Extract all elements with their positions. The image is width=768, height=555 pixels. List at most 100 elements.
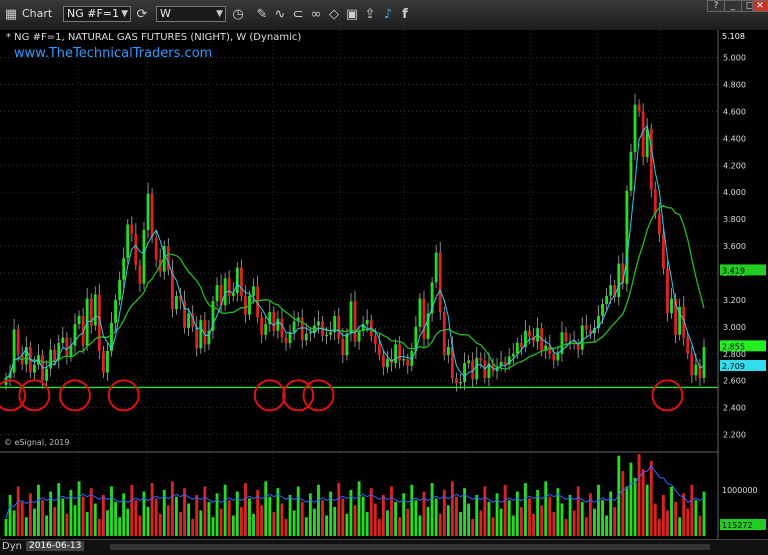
candle: [126, 219, 130, 264]
price-chart[interactable]: 5.000 4.800 4.600 4.400 4.200 4.000 3.800 3.600…: [0, 30, 768, 539]
volume-bar: [544, 481, 548, 536]
volume-bar: [597, 484, 600, 536]
volume-bar: [219, 508, 223, 536]
volume-bar: [548, 496, 552, 536]
volume-bar: [114, 501, 117, 536]
volume-bar: [629, 462, 633, 536]
volume-bar: [471, 518, 475, 536]
volume-bar: [101, 495, 105, 536]
lock-icon[interactable]: ▣: [344, 5, 360, 23]
volume-bar: [304, 517, 308, 536]
volume-bar: [357, 481, 361, 536]
facebook-icon[interactable]: f: [398, 5, 412, 23]
volume-bar: [593, 508, 596, 536]
volume-bar: [560, 503, 564, 536]
minimize-button[interactable]: _: [724, 0, 742, 12]
volume-bar: [134, 500, 138, 536]
chevron-down-icon[interactable]: ▼: [121, 7, 128, 21]
candle-body: [317, 321, 320, 326]
top-price-label: 5.108: [722, 32, 745, 41]
volume-bar: [179, 512, 182, 536]
symbol-combo[interactable]: NG #F=1 ▼: [63, 6, 131, 22]
volume-bar: [118, 517, 122, 536]
volume-bar: [325, 515, 329, 536]
volume-bar: [649, 460, 653, 536]
candle-body: [438, 252, 442, 313]
volume-bar: [694, 500, 698, 536]
candle-body: [325, 334, 329, 337]
interval-combo[interactable]: W ▼: [156, 6, 226, 22]
candle-body: [365, 320, 369, 325]
volume-bar: [576, 486, 580, 536]
volume-bar: [434, 498, 438, 536]
volume-bar: [645, 484, 649, 536]
candle-body: [402, 359, 406, 361]
candle-body: [142, 229, 146, 284]
candle-body: [195, 326, 199, 349]
magnet-icon[interactable]: ⊂: [290, 5, 306, 23]
volume-bar: [418, 515, 422, 536]
copyright-label: © eSignal, 2019: [4, 438, 69, 447]
volume-bar: [264, 481, 268, 536]
chevron-down-icon[interactable]: ▼: [216, 7, 223, 21]
link-icon[interactable]: ∞: [308, 5, 324, 23]
candle-body: [134, 233, 138, 265]
candle-body: [503, 361, 507, 365]
candle-body: [381, 355, 385, 368]
twitter-icon[interactable]: ♪: [380, 5, 396, 23]
volume-bar: [45, 515, 49, 536]
volume-bar: [426, 506, 430, 536]
candle-body: [304, 333, 308, 341]
volume-bar: [28, 493, 32, 536]
y-tick-label: 2.200: [723, 431, 746, 440]
eraser-icon[interactable]: ◇: [326, 5, 342, 23]
volume-bar: [41, 500, 44, 536]
symbol-value: NG #F=1: [67, 7, 120, 20]
pencil-icon[interactable]: ✎: [254, 5, 270, 23]
volume-bar: [73, 505, 77, 536]
candle-body: [292, 321, 296, 333]
volume-bar: [678, 517, 682, 536]
candle-body: [434, 252, 438, 283]
candle-body: [475, 357, 479, 380]
candle: [142, 221, 146, 290]
candle-body: [101, 351, 105, 373]
candle-body: [239, 267, 243, 296]
help-button[interactable]: ?: [707, 0, 725, 12]
volume-bar: [150, 483, 154, 536]
volume-bar: [503, 484, 507, 536]
wave-icon[interactable]: ∿: [272, 5, 288, 23]
volume-bar: [386, 510, 389, 536]
candle-body: [422, 298, 426, 339]
volume-bar: [154, 498, 158, 536]
volume-bar: [312, 508, 316, 536]
volume-bar: [584, 517, 588, 536]
dynamic-mode-label[interactable]: Dyn: [2, 541, 22, 552]
candle-body: [284, 337, 288, 343]
horizontal-scrollbar[interactable]: [110, 544, 710, 550]
volume-bar: [81, 496, 85, 536]
volume-bar: [296, 486, 300, 536]
share-icon[interactable]: ⇪: [362, 5, 378, 23]
candle-body: [580, 325, 584, 350]
volume-bar: [244, 483, 247, 536]
volume-bar: [248, 498, 251, 536]
volume-bar: [572, 510, 576, 536]
candle-body: [150, 193, 154, 238]
volume-bar: [300, 501, 304, 536]
volume-bar: [260, 505, 264, 536]
candle-body: [661, 233, 665, 269]
candle-body: [252, 286, 255, 296]
candle-body: [446, 347, 450, 356]
close-button[interactable]: ✕: [752, 0, 768, 12]
candle-body: [126, 224, 130, 259]
volume-bar: [414, 500, 418, 536]
volume-bar: [633, 477, 637, 536]
volume-bar: [317, 484, 320, 536]
candle-body: [199, 320, 203, 349]
volume-bar: [686, 508, 690, 536]
clock-icon[interactable]: ◷: [230, 5, 246, 23]
candle-body: [264, 324, 268, 335]
candle-body: [65, 337, 69, 357]
refresh-icon[interactable]: ⟳: [134, 5, 150, 23]
